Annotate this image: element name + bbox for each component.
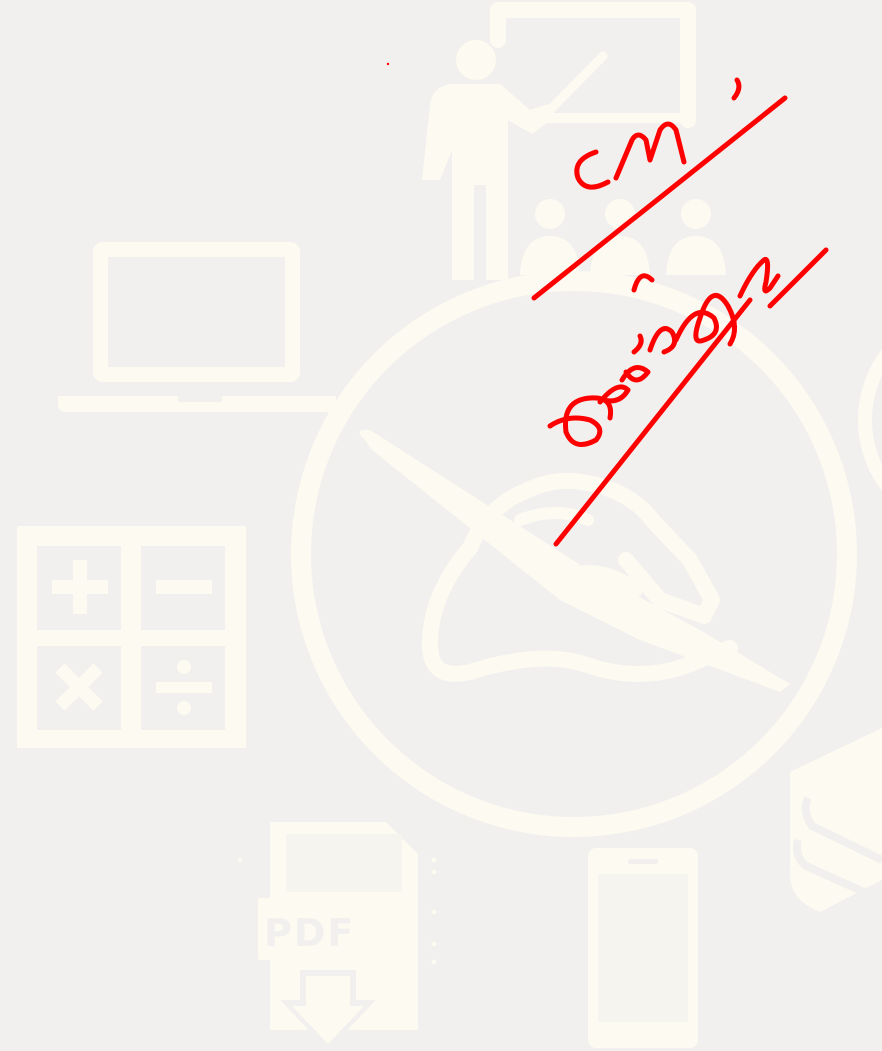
smartphone-icon — [588, 848, 698, 1048]
calculator-icon — [17, 526, 246, 748]
pdf-label: PDF — [264, 911, 355, 955]
background-canvas: PDF — [0, 0, 882, 1051]
